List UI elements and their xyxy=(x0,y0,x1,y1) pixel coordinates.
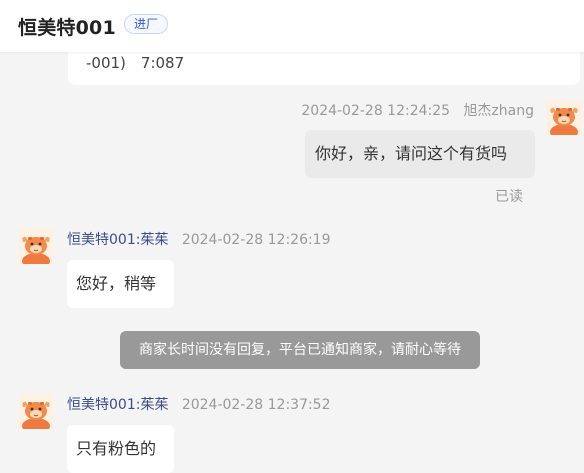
sender-name: 恒美特001:茱茱 xyxy=(67,232,169,248)
chat-header: 恒美特001 进厂 xyxy=(0,0,584,52)
message-bubble-received[interactable]: 只有粉色的 xyxy=(67,425,174,473)
shop-name: 恒美特001 xyxy=(18,17,116,39)
avatar-icon[interactable] xyxy=(546,99,582,135)
message-bubble-received[interactable]: 您好，稍等 xyxy=(67,260,174,308)
sender-name: 恒美特001:茱茱 xyxy=(67,397,169,413)
entry-badge[interactable]: 进厂 xyxy=(124,14,169,34)
read-status: 已读 xyxy=(495,189,523,205)
message-bubble-mine[interactable]: 你好，亲，请问这个有货吗 xyxy=(305,130,535,178)
message-meta-right: 2024-02-28 12:24:25 旭杰zhang xyxy=(301,100,534,120)
message-meta-left: 恒美特001:茱茱 2024-02-28 12:26:19 xyxy=(67,229,331,249)
message-meta-left: 恒美特001:茱茱 2024-02-28 12:37:52 xyxy=(67,394,331,414)
message-timestamp: 2024-02-28 12:37:52 xyxy=(181,397,331,413)
message-timestamp: 2024-02-28 12:26:19 xyxy=(181,232,331,248)
message-timestamp: 2024-02-28 12:24:25 xyxy=(301,103,451,119)
avatar-icon[interactable] xyxy=(18,393,54,429)
system-notice: 商家长时间没有回复，平台已通知商家，请耐心等待 xyxy=(120,331,480,369)
previous-message-text: -001) 7:087 xyxy=(86,54,185,72)
sender-name: 旭杰zhang xyxy=(463,103,534,119)
avatar-icon[interactable] xyxy=(18,228,54,264)
